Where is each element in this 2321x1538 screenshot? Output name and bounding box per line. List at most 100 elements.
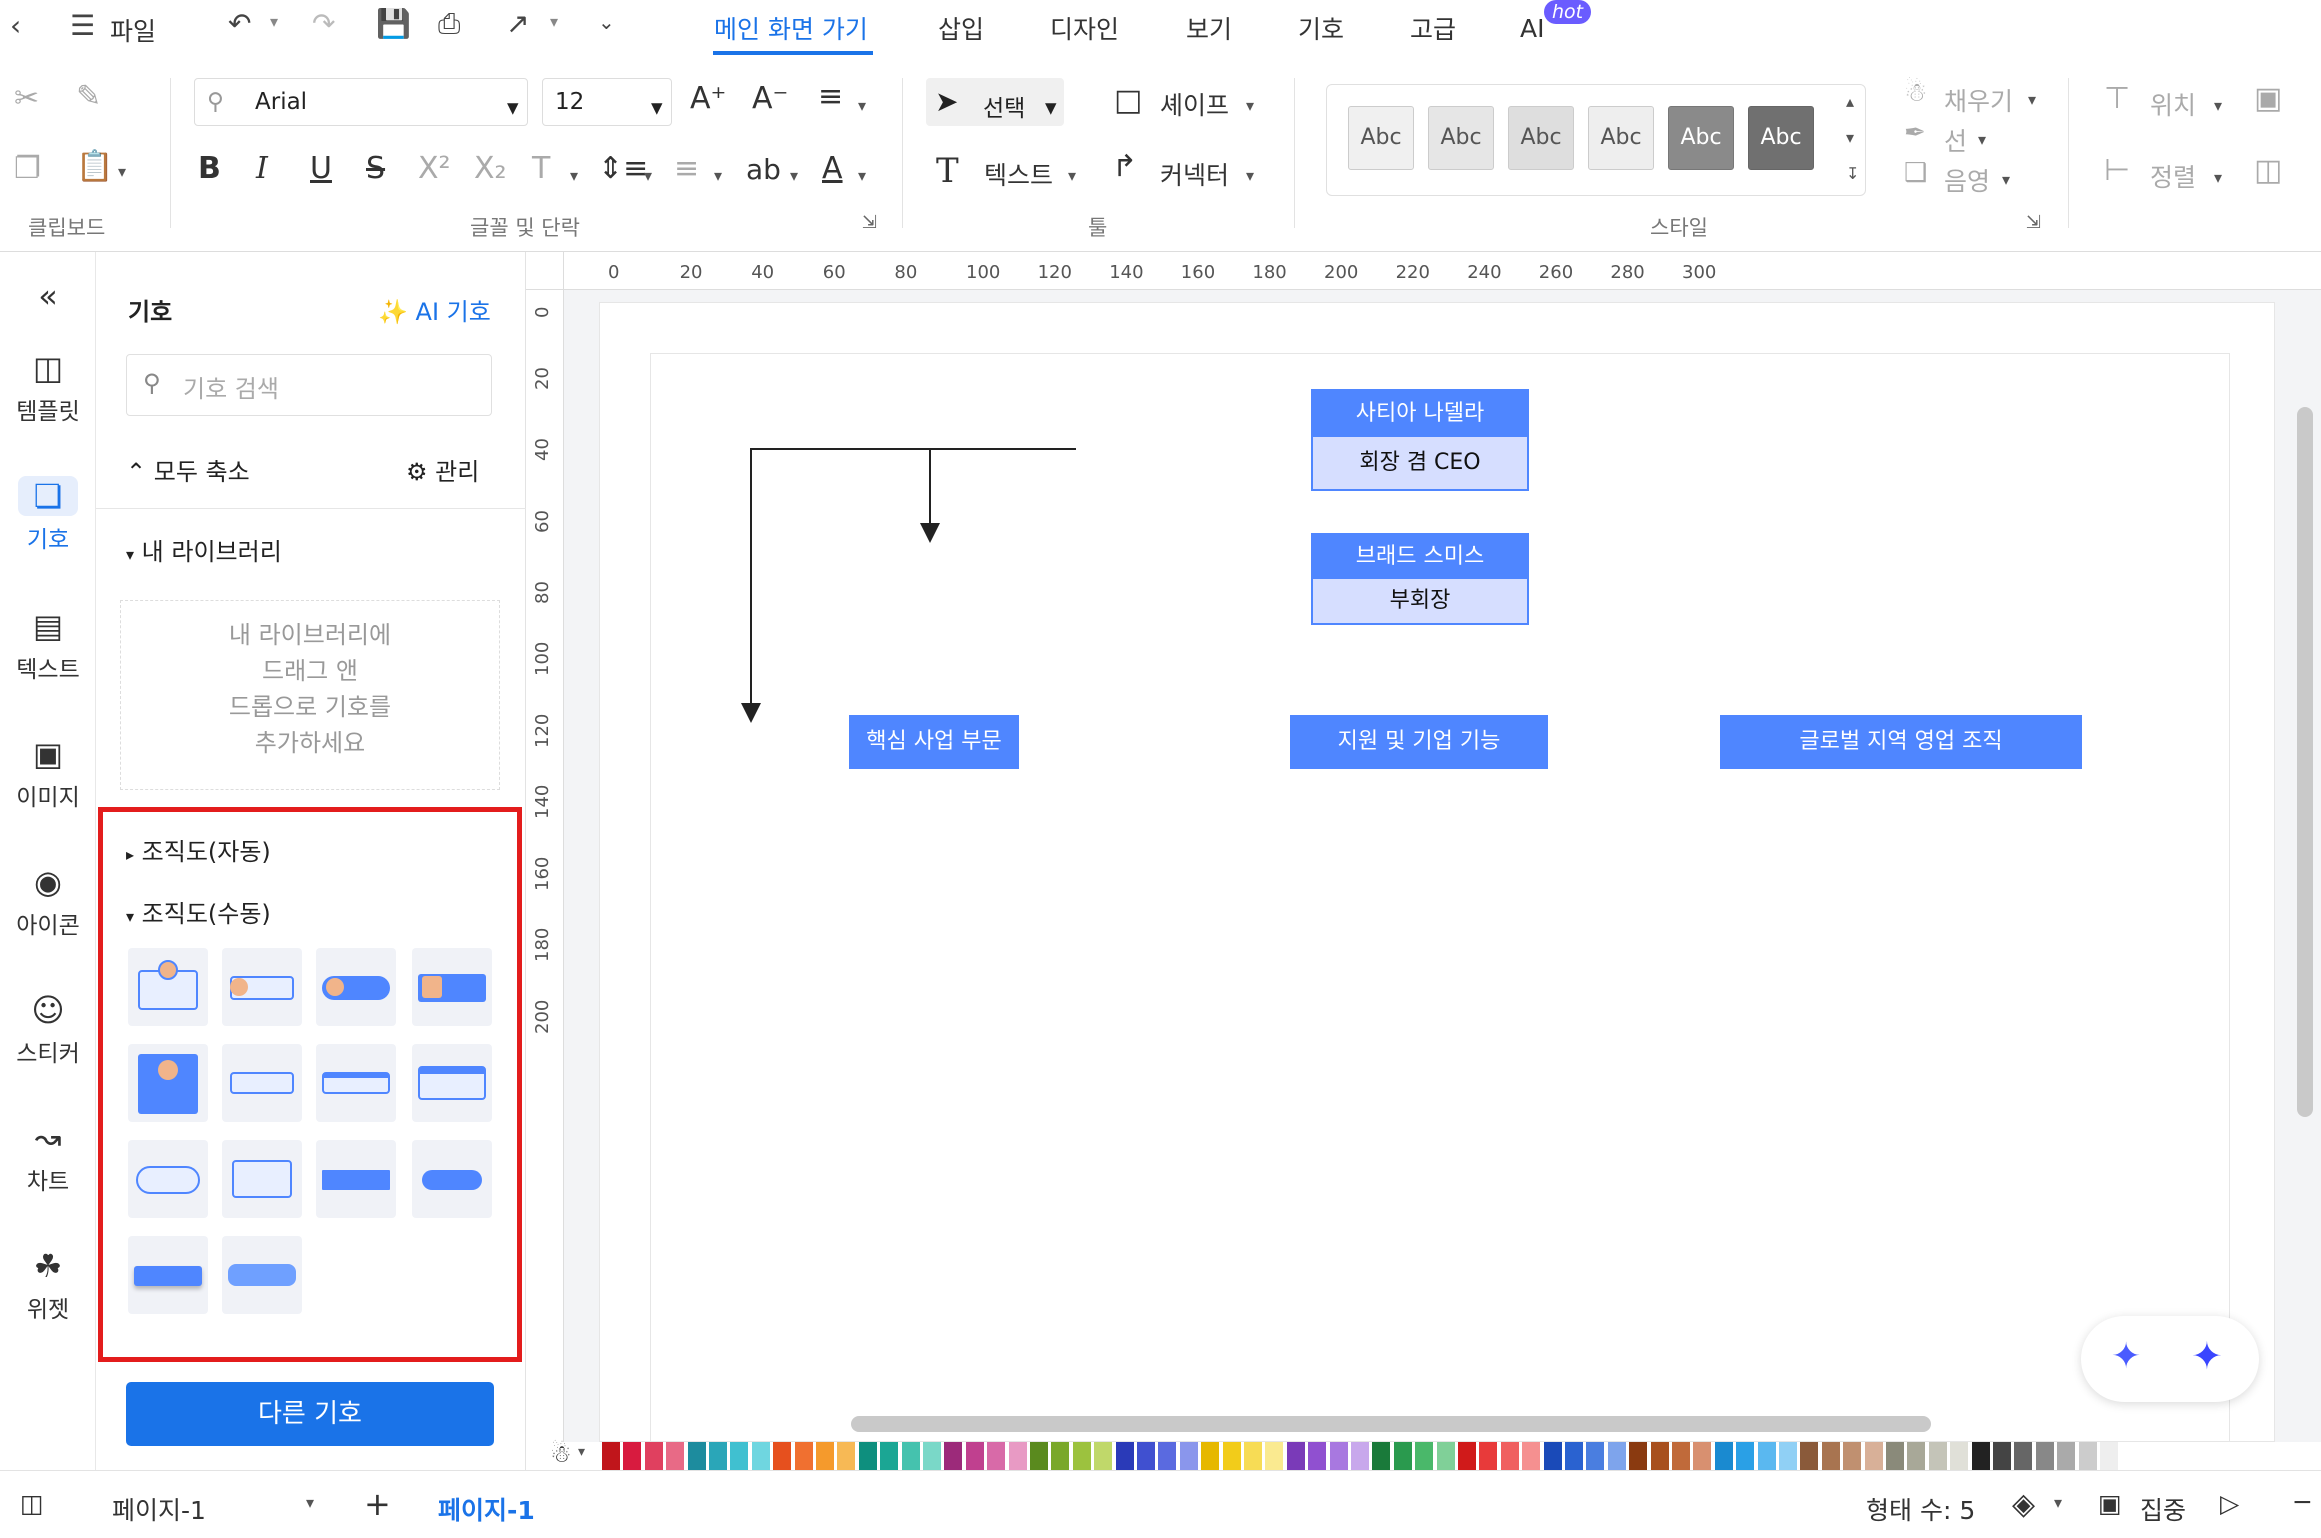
color-swatch[interactable]: [2035, 1442, 2054, 1470]
org-shape-thumbnail[interactable]: [222, 1140, 302, 1218]
color-swatch[interactable]: [709, 1442, 727, 1470]
color-swatch[interactable]: [816, 1442, 834, 1470]
org-shape-thumbnail[interactable]: [412, 948, 492, 1026]
style-scroll-up-icon[interactable]: ▴: [1846, 92, 1854, 111]
color-swatch[interactable]: [1179, 1442, 1198, 1470]
position-button[interactable]: 위치: [2150, 86, 2196, 122]
save-icon[interactable]: 💾: [376, 10, 411, 38]
color-swatch[interactable]: [644, 1442, 663, 1470]
color-swatch[interactable]: [1393, 1442, 1412, 1470]
list-icon[interactable]: ≡: [674, 154, 699, 184]
color-swatch[interactable]: [1522, 1442, 1541, 1470]
ai-sparkle-icon[interactable]: ✦: [2191, 1334, 2223, 1378]
play-icon[interactable]: ▷: [2220, 1489, 2239, 1518]
color-swatch[interactable]: [1158, 1442, 1177, 1470]
shape-dropdown-icon[interactable]: ▾: [1246, 96, 1254, 115]
bold-icon[interactable]: B: [198, 154, 221, 184]
color-swatch[interactable]: [1500, 1442, 1519, 1470]
connector-icon[interactable]: ↱: [1112, 152, 1137, 182]
style-sample[interactable]: Abc: [1428, 106, 1494, 170]
color-swatch[interactable]: [1565, 1442, 1583, 1470]
manage-button[interactable]: ⚙ 관리: [406, 452, 479, 487]
color-swatch[interactable]: [837, 1442, 856, 1470]
style-sample[interactable]: Abc: [1588, 106, 1654, 170]
paste-dropdown-icon[interactable]: ▾: [118, 162, 126, 181]
font-family-select[interactable]: ⚲ Arial ▾: [194, 78, 528, 126]
export-dropdown-icon[interactable]: ▾: [550, 14, 558, 30]
color-swatch[interactable]: [2100, 1442, 2118, 1470]
org-shape-thumbnail[interactable]: [128, 1236, 208, 1314]
color-swatch[interactable]: [751, 1442, 770, 1470]
color-swatch[interactable]: [1030, 1442, 1048, 1470]
color-swatch[interactable]: [1928, 1442, 1947, 1470]
undo-dropdown-icon[interactable]: ▾: [270, 14, 278, 30]
align-objects-icon[interactable]: ⊢: [2104, 156, 2130, 186]
hamburger-icon[interactable]: ☰: [70, 12, 95, 40]
connector-line[interactable]: [741, 448, 1076, 723]
subscript-icon[interactable]: X₂: [474, 154, 507, 184]
format-painter-icon[interactable]: ✎: [76, 82, 101, 112]
color-swatch[interactable]: [1265, 1442, 1284, 1470]
redo-icon[interactable]: ↷: [312, 10, 335, 38]
color-swatch[interactable]: [901, 1442, 920, 1470]
decrease-font-icon[interactable]: A⁻: [752, 84, 788, 114]
style-sample[interactable]: Abc: [1748, 106, 1814, 170]
org-shape-thumbnail[interactable]: [316, 948, 396, 1026]
rail-item-templates[interactable]: ◫ 템플릿: [0, 348, 96, 426]
cut-icon[interactable]: ✂: [14, 84, 39, 114]
shape-icon[interactable]: □: [1114, 86, 1142, 116]
layers-icon[interactable]: ◈: [2012, 1487, 2035, 1522]
position-dropdown-icon[interactable]: ▾: [2214, 96, 2222, 115]
color-swatch[interactable]: [923, 1442, 941, 1470]
drawing-page[interactable]: 사티아 나델라 회장 겸 CEO 브래드 스미스 부회장 핵심 사업 부문 지원…: [599, 302, 2275, 1493]
more-symbols-button[interactable]: 다른 기호: [126, 1382, 494, 1446]
color-swatch[interactable]: [1072, 1442, 1091, 1470]
dialog-launcher-icon[interactable]: ⇲: [862, 214, 877, 232]
tab-design[interactable]: 디자인: [1050, 10, 1119, 46]
more-icon[interactable]: ⌄: [598, 12, 615, 32]
collapse-panel-button[interactable]: «: [0, 276, 96, 316]
color-swatch[interactable]: [1115, 1442, 1134, 1470]
my-library-header[interactable]: ▾ 내 라이브러리: [126, 532, 282, 567]
color-swatch[interactable]: [602, 1442, 620, 1470]
fill-button[interactable]: 채우기: [1944, 82, 2013, 118]
color-swatch[interactable]: [730, 1442, 749, 1470]
rail-item-icons[interactable]: ◉ 아이콘: [0, 862, 96, 940]
color-swatch[interactable]: [1886, 1442, 1904, 1470]
line-icon[interactable]: ✒: [1904, 120, 1926, 146]
color-swatch[interactable]: [1672, 1442, 1690, 1470]
color-swatch[interactable]: [794, 1442, 813, 1470]
color-swatch[interactable]: [1714, 1442, 1733, 1470]
color-swatch[interactable]: [1415, 1442, 1434, 1470]
style-scroll-down-icon[interactable]: ▾: [1846, 128, 1854, 147]
shadow-icon[interactable]: ❑: [1904, 160, 1927, 186]
style-sample[interactable]: Abc: [1668, 106, 1734, 170]
font-color-icon[interactable]: A: [822, 154, 843, 184]
org-shape-thumbnail[interactable]: [316, 1140, 396, 1218]
underline-icon[interactable]: U: [310, 154, 332, 184]
connector-tool-button[interactable]: 커넥터: [1160, 156, 1229, 192]
align-icon[interactable]: ≡: [818, 82, 843, 112]
text-case-button[interactable]: ab: [746, 156, 781, 184]
org-shape-thumbnail[interactable]: [222, 1044, 302, 1122]
paint-bucket-icon[interactable]: ☃: [550, 1440, 572, 1468]
font-color-dropdown-icon[interactable]: ▾: [858, 166, 866, 185]
collapse-all-button[interactable]: ⌃ 모두 축소: [126, 452, 250, 487]
increase-font-icon[interactable]: A⁺: [690, 84, 726, 114]
shape-tool-button[interactable]: 셰이프: [1160, 86, 1229, 122]
canvas-area[interactable]: 사티아 나델라 회장 겸 CEO 브래드 스미스 부회장 핵심 사업 부문 지원…: [526, 252, 2321, 1493]
rail-item-charts[interactable]: ↝ 차트: [0, 1118, 96, 1196]
color-swatch[interactable]: [1736, 1442, 1755, 1470]
italic-icon[interactable]: I: [256, 154, 268, 184]
export-icon[interactable]: ↗: [506, 10, 529, 38]
tab-insert[interactable]: 삽입: [938, 10, 984, 46]
org-shape-thumbnail[interactable]: [128, 1044, 208, 1122]
color-swatch[interactable]: [1650, 1442, 1669, 1470]
page-select-dropdown-icon[interactable]: ▾: [306, 1493, 314, 1512]
zoom-out-icon[interactable]: −: [2292, 1487, 2313, 1516]
org-node-ceo[interactable]: 사티아 나델라 회장 겸 CEO: [1311, 389, 1529, 491]
color-swatch[interactable]: [1993, 1442, 2011, 1470]
org-shape-thumbnail[interactable]: [316, 1044, 396, 1122]
color-swatch[interactable]: [1372, 1442, 1391, 1470]
color-swatch[interactable]: [1351, 1442, 1369, 1470]
